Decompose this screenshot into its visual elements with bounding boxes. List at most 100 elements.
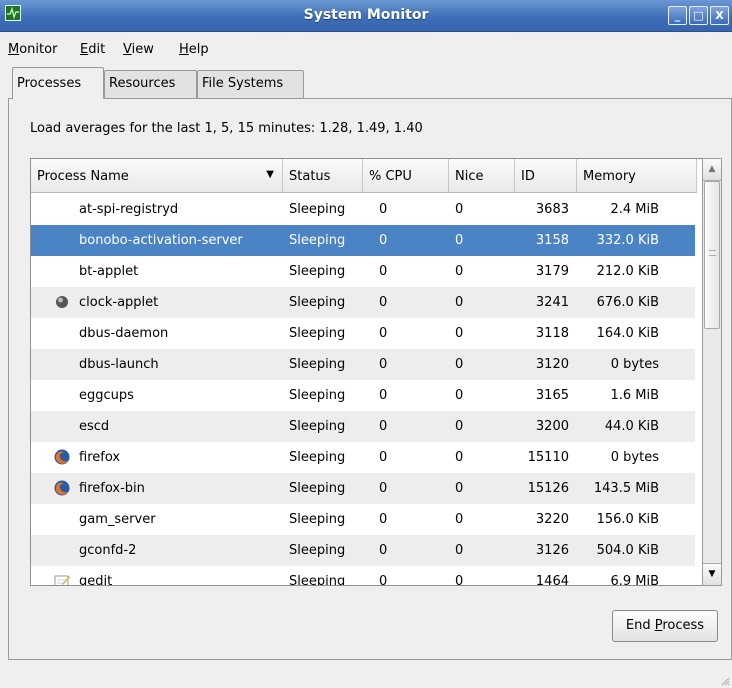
id-cell: 3126	[535, 543, 569, 558]
memory-cell: 1.6 MiB	[610, 388, 659, 403]
menu-view[interactable]: View	[123, 42, 154, 57]
nice-cell: 0	[455, 450, 464, 465]
end-process-button[interactable]: End Process	[612, 610, 718, 642]
cpu-cell: 0	[379, 481, 388, 496]
table-row[interactable]: gedit Sleeping 0 0 1464 6.9 MiB	[31, 566, 695, 586]
memory-cell: 212.0 KiB	[596, 264, 659, 279]
table-row[interactable]: escd Sleeping 0 0 3200 44.0 KiB	[31, 411, 695, 442]
scroll-up-icon[interactable]: ▲	[703, 159, 721, 181]
nice-cell: 0	[455, 357, 464, 372]
scroll-down-icon[interactable]: ▼	[703, 563, 721, 585]
window-title: System Monitor	[303, 7, 429, 23]
firefox-icon	[53, 479, 71, 497]
column-header-cpu[interactable]: % CPU	[363, 159, 449, 193]
process-name-cell: eggcups	[79, 388, 134, 403]
column-header-nice[interactable]: Nice	[449, 159, 515, 193]
scrollbar-thumb[interactable]	[704, 181, 720, 329]
nice-cell: 0	[455, 481, 464, 496]
status-cell: Sleeping	[289, 326, 346, 341]
memory-cell: 156.0 KiB	[596, 512, 659, 527]
id-cell: 3179	[535, 264, 569, 279]
cpu-cell: 0	[379, 326, 388, 341]
memory-cell: 676.0 KiB	[596, 295, 659, 310]
table-row[interactable]: gam_server Sleeping 0 0 3220 156.0 KiB	[31, 504, 695, 535]
process-name-cell: bonobo-activation-server	[79, 233, 243, 248]
minimize-button[interactable]: _	[668, 6, 687, 25]
memory-cell: 0 bytes	[610, 450, 659, 465]
nice-cell: 0	[455, 326, 464, 341]
id-cell: 15110	[527, 450, 569, 465]
cpu-cell: 0	[379, 357, 388, 372]
menu-monitor[interactable]: Monitor	[8, 42, 57, 57]
tab-processes[interactable]: Processes	[12, 67, 104, 99]
sort-descending-icon: ▼	[266, 169, 274, 180]
id-cell: 3118	[535, 326, 569, 341]
nice-cell: 0	[455, 202, 464, 217]
table-row[interactable]: dbus-launch Sleeping 0 0 3120 0 bytes	[31, 349, 695, 380]
table-row[interactable]: gconfd-2 Sleeping 0 0 3126 504.0 KiB	[31, 535, 695, 566]
close-button[interactable]: X	[710, 6, 729, 25]
status-cell: Sleeping	[289, 357, 346, 372]
menu-bar: Monitor Edit View Help	[0, 32, 732, 62]
process-name-cell: gconfd-2	[79, 543, 137, 558]
memory-cell: 44.0 KiB	[604, 419, 659, 434]
memory-cell: 0 bytes	[610, 357, 659, 372]
nice-cell: 0	[455, 264, 464, 279]
column-header-status[interactable]: Status	[283, 159, 363, 193]
cpu-cell: 0	[379, 233, 388, 248]
table-row[interactable]: clock-applet Sleeping 0 0 3241 676.0 KiB	[31, 287, 695, 318]
vertical-scrollbar[interactable]: ▲ ▼	[702, 158, 722, 586]
cpu-cell: 0	[379, 388, 388, 403]
memory-cell: 332.0 KiB	[596, 233, 659, 248]
process-name-cell: dbus-daemon	[79, 326, 169, 341]
resize-grip-icon[interactable]	[720, 676, 730, 686]
text-editor-icon	[53, 572, 71, 585]
id-cell: 3120	[535, 357, 569, 372]
tab-resources[interactable]: Resources	[104, 70, 197, 98]
cpu-cell: 0	[379, 295, 388, 310]
process-name-cell: dbus-launch	[79, 357, 159, 372]
status-cell: Sleeping	[289, 202, 346, 217]
column-header-id[interactable]: ID	[515, 159, 577, 193]
status-cell: Sleeping	[289, 543, 346, 558]
table-row[interactable]: firefox Sleeping 0 0 15110 0 bytes	[31, 442, 695, 473]
status-cell: Sleeping	[289, 512, 346, 527]
table-row[interactable]: firefox-bin Sleeping 0 0 15126 143.5 MiB	[31, 473, 695, 504]
column-header-process-name[interactable]: Process Name ▼	[31, 159, 283, 193]
column-header-memory[interactable]: Memory	[577, 159, 697, 193]
memory-cell: 143.5 MiB	[593, 481, 659, 496]
id-cell: 3200	[535, 419, 569, 434]
status-cell: Sleeping	[289, 481, 346, 496]
table-row[interactable]: dbus-daemon Sleeping 0 0 3118 164.0 KiB	[31, 318, 695, 349]
cpu-cell: 0	[379, 543, 388, 558]
cpu-cell: 0	[379, 202, 388, 217]
id-cell: 3241	[535, 295, 569, 310]
status-cell: Sleeping	[289, 419, 346, 434]
status-cell: Sleeping	[289, 295, 346, 310]
cpu-cell: 0	[379, 574, 388, 586]
table-row[interactable]: bonobo-activation-server Sleeping 0 0 3158 33…	[31, 225, 695, 256]
status-cell: Sleeping	[289, 233, 346, 248]
table-row[interactable]: at-spi-registryd Sleeping 0 0 3683 2.4 MiB	[31, 194, 695, 225]
menu-help[interactable]: Help	[179, 42, 209, 57]
cpu-cell: 0	[379, 419, 388, 434]
process-table[interactable]: Process Name ▼ Status % CPU Nice ID Memor…	[30, 158, 722, 586]
process-name-cell: bt-applet	[79, 264, 139, 279]
id-cell: 15126	[527, 481, 569, 496]
memory-cell: 2.4 MiB	[610, 202, 659, 217]
nice-cell: 0	[455, 574, 464, 586]
table-row[interactable]: eggcups Sleeping 0 0 3165 1.6 MiB	[31, 380, 695, 411]
tab-file-systems[interactable]: File Systems	[197, 70, 304, 98]
menu-edit[interactable]: Edit	[80, 42, 105, 57]
id-cell: 1464	[535, 574, 569, 586]
status-cell: Sleeping	[289, 388, 346, 403]
id-cell: 3165	[535, 388, 569, 403]
maximize-button[interactable]: □	[689, 6, 708, 25]
process-name-cell: firefox	[79, 450, 121, 465]
clock-icon	[53, 293, 71, 311]
cpu-cell: 0	[379, 512, 388, 527]
status-cell: Sleeping	[289, 450, 346, 465]
nice-cell: 0	[455, 233, 464, 248]
process-name-cell: at-spi-registryd	[79, 202, 179, 217]
table-row[interactable]: bt-applet Sleeping 0 0 3179 212.0 KiB	[31, 256, 695, 287]
